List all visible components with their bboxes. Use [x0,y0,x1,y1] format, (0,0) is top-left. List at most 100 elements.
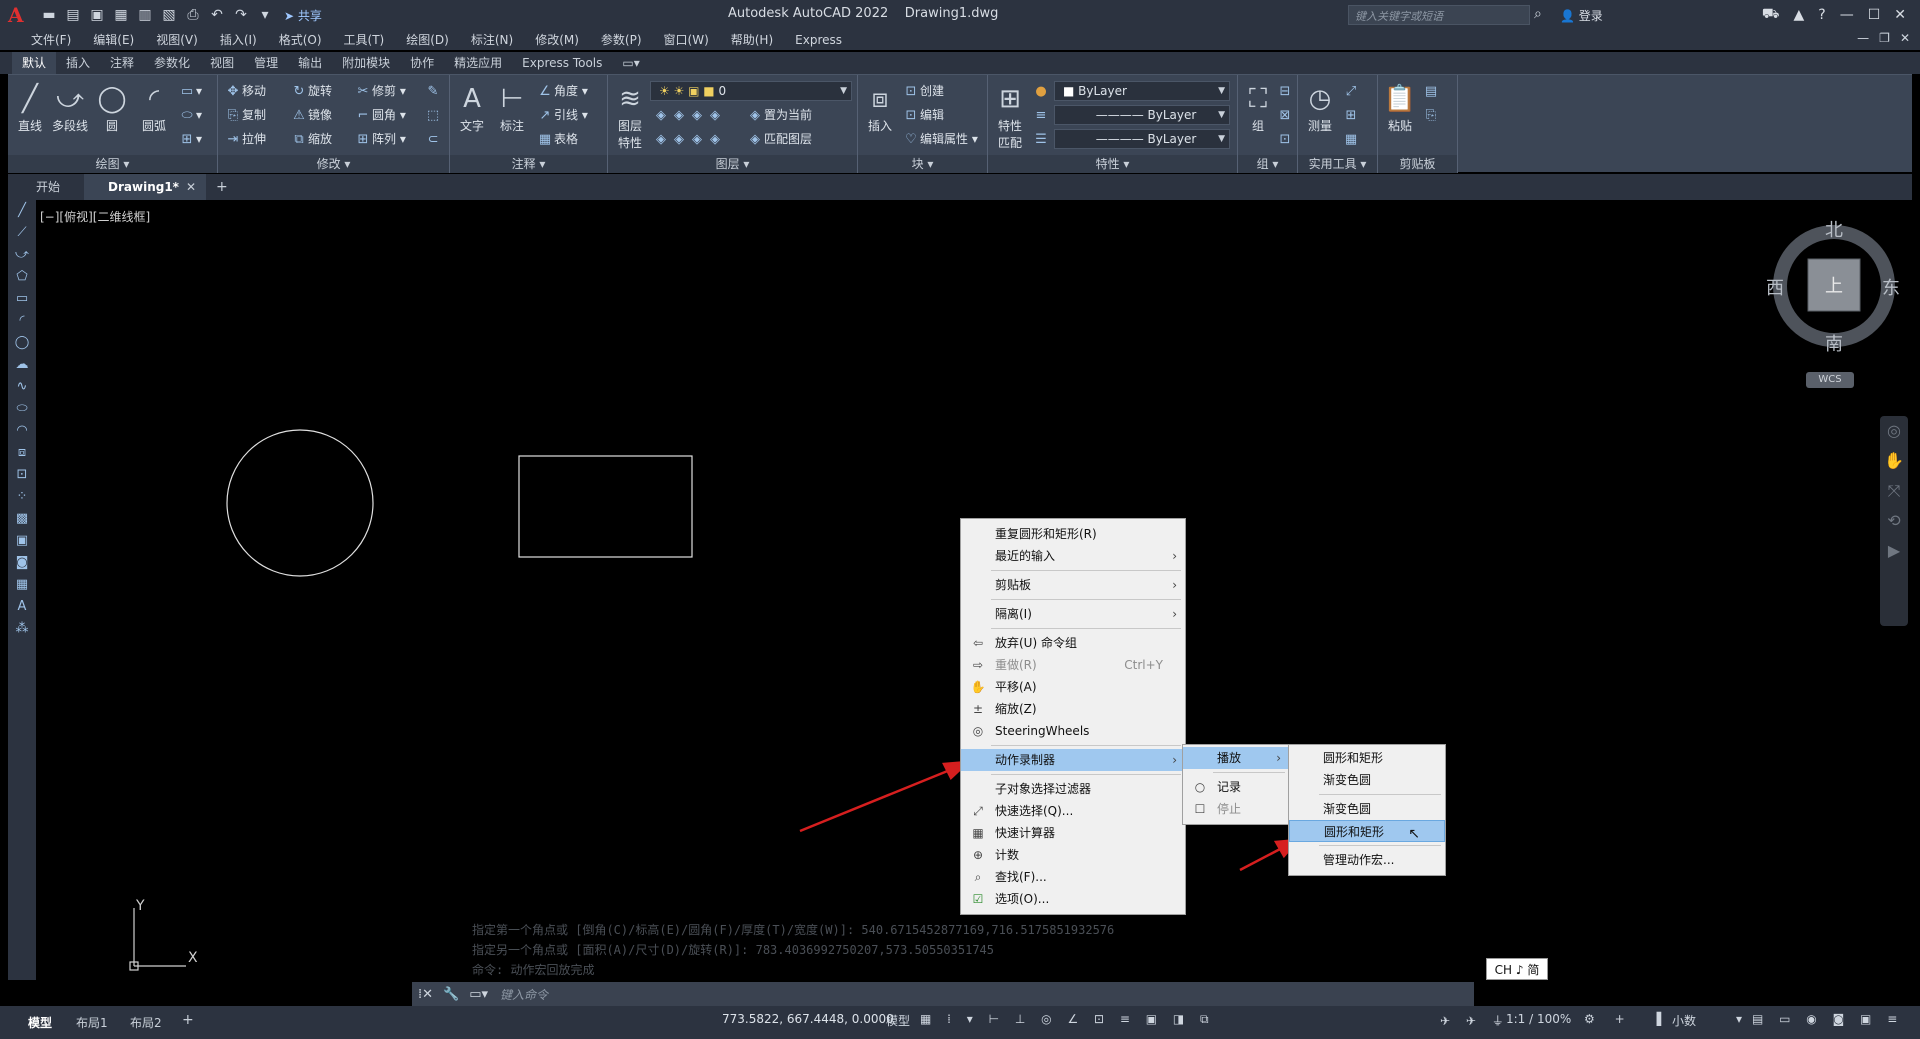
macro-item[interactable]: 渐变色圆 [1289,769,1445,791]
menu-undo[interactable]: ⇦ 放弃(U) 命令组 [961,632,1185,654]
command-history-line: 命令: 动作宏回放完成 [472,963,595,977]
menu-item-label: 查找(F)... [995,870,1047,884]
menu-count[interactable]: ⊕ 计数 [961,844,1185,866]
steeringwheels-icon: ◎ [972,724,984,738]
pan-icon[interactable]: ✋ [1880,446,1908,476]
layout-tab-layout1[interactable]: 布局1 [76,1014,108,1031]
command-line: ⁞✕ 🔧 ▭▾ 键入命令 [412,982,1474,1006]
navigation-bar: ◎ ✋ ⤧ ⟲ ▶ [1880,416,1908,626]
drawn-rectangle[interactable] [518,455,693,558]
zoom-icon: ± [972,702,984,716]
find-icon: ⌕ [974,870,982,884]
menu-item-label: 圆形和矩形 [1324,825,1385,839]
command-history: 指定第一个角点或 [倒角(C)/标高(E)/圆角(F)/厚度(T)/宽度(W)]… [472,920,1114,980]
menu-quick-select[interactable]: ⤢ 快速选择(Q)... [961,800,1185,822]
menu-item-label: 快速选择(Q)... [995,804,1074,818]
chevron-right-icon: › [1172,607,1177,621]
menu-quickcalc[interactable]: ▦ 快速计算器 [961,822,1185,844]
customize-icon[interactable]: 🔧 [443,987,459,1002]
viewcube-south[interactable]: 南 [1825,330,1843,356]
add-layout-icon[interactable]: + [182,1012,194,1028]
undo-icon: ⇦ [972,636,984,650]
menu-play[interactable]: 播放 › [1183,747,1289,769]
units-icon[interactable]: ▐ [1652,1012,1661,1026]
play-submenu: 圆形和矩形 渐变色圆 渐变色圆 圆形和矩形 ↖ 管理动作宏... [1288,744,1446,876]
menu-record[interactable]: ○ 记录 [1183,776,1289,798]
mouse-cursor-icon: ↖ [1408,826,1420,842]
chevron-right-icon: › [1172,549,1177,563]
menu-manage-macros[interactable]: 管理动作宏... [1289,849,1445,871]
count-icon: ⊕ [972,848,984,862]
quick-select-icon: ⤢ [973,804,983,818]
menu-recent-input[interactable]: 最近的输入 › [961,545,1185,567]
units-chevron-icon[interactable]: ▾ [1736,1012,1742,1026]
coordinates-readout[interactable]: 773.5822, 667.4448, 0.0000 [722,1012,894,1026]
menu-item-label: 快速计算器 [995,826,1056,840]
menu-clipboard[interactable]: 剪贴板 › [961,574,1185,596]
menu-item-label: 选项(O)... [995,892,1050,906]
ucs-y-label: Y [136,898,145,914]
viewcube-east[interactable]: 东 [1882,274,1900,300]
full-navigation-wheel-icon[interactable]: ◎ [1880,416,1908,446]
wcs-menu[interactable]: WCS [1806,372,1854,388]
menu-item-label: 播放 [1217,751,1242,765]
layout-tab-model[interactable]: 模型 [28,1014,52,1031]
pan-icon: ✋ [970,680,986,694]
drawn-circle[interactable] [226,429,374,577]
chevron-right-icon: › [1172,753,1177,767]
close-command-line-icon[interactable]: ⁞✕ [418,987,433,1002]
menu-subobject-filter[interactable]: 子对象选择过滤器 [961,778,1185,800]
menu-find[interactable]: ⌕ 查找(F)... [961,866,1185,888]
menu-redo[interactable]: ⇨ 重做(R) Ctrl+Y [961,654,1185,676]
orbit-icon[interactable]: ⟲ [1880,506,1908,536]
menu-repeat-command[interactable]: 重复圆形和矩形(R) [961,523,1185,545]
menu-steeringwheels[interactable]: ◎ SteeringWheels [961,720,1185,742]
menu-item-label: 停止 [1217,802,1242,816]
menu-item-label: 重复圆形和矩形(R) [995,527,1097,541]
macro-item[interactable]: 圆形和矩形 [1289,747,1445,769]
menu-item-label: 记录 [1217,780,1242,794]
viewcube-north[interactable]: 北 [1825,216,1843,242]
menu-item-label: 最近的输入 [995,549,1056,563]
recent-commands-icon[interactable]: ▭▾ [469,987,488,1002]
layout-tab-layout2[interactable]: 布局2 [130,1014,162,1031]
status-tray-icons[interactable]: ▤ ▭ ◉ ◙ ▣ ≡ [1752,1012,1903,1026]
showmotion-icon[interactable]: ▶ [1880,536,1908,566]
menu-item-label: 动作录制器 [995,753,1056,767]
menu-item-label: 子对象选择过滤器 [995,782,1092,796]
zoom-extents-icon[interactable]: ⤧ [1880,476,1908,506]
menu-isolate[interactable]: 隔离(I) › [961,603,1185,625]
annotation-scale[interactable]: 1:1 / 100% [1506,1012,1571,1026]
ime-indicator[interactable]: CH ♪ 简 [1486,958,1548,980]
menu-item-label: 重做(R) [995,658,1037,672]
annotation-toggles[interactable]: ✈ ✈ ⏚ [1440,1012,1510,1029]
units-selector[interactable]: 小数 [1672,1012,1696,1029]
model-space-button[interactable]: 模型 [886,1012,910,1029]
macro-item[interactable]: 渐变色圆 [1289,798,1445,820]
action-recorder-submenu: 播放 › ○ 记录 ☐ 停止 [1182,744,1290,825]
command-history-line: 指定第一个角点或 [倒角(C)/标高(E)/圆角(F)/厚度(T)/宽度(W)]… [472,923,1115,937]
menu-pan[interactable]: ✋ 平移(A) [961,676,1185,698]
menu-item-label: 放弃(U) 命令组 [995,636,1077,650]
command-history-line: 指定另一个角点或 [面积(A)/尺寸(D)/旋转(R)]: 783.403699… [472,943,995,957]
viewcube-west[interactable]: 西 [1766,274,1784,300]
menu-item-label: 计数 [995,848,1020,862]
menu-stop[interactable]: ☐ 停止 [1183,798,1289,820]
workspace-toggles[interactable]: ⚙ + [1584,1012,1633,1026]
ucs-x-label: X [188,950,198,966]
menu-action-recorder[interactable]: 动作录制器 › [961,749,1185,771]
command-input[interactable]: 键入命令 [500,986,548,1003]
redo-icon: ⇨ [972,658,984,672]
menu-item-label: SteeringWheels [995,724,1090,738]
drafting-toggles[interactable]: ▦ ⁞ ▾ ⊢ ⊥ ◎ ∠ ⊡ ≡ ▣ ◨ ⧉ [920,1012,1215,1027]
record-icon: ○ [1194,780,1206,794]
context-menu: 重复圆形和矩形(R) 最近的输入 › 剪贴板 › 隔离(I) › ⇦ 放弃(U) 命令组… [960,518,1186,915]
menu-item-label: 剪贴板 [995,578,1032,592]
checkbox-icon: ☑ [972,892,984,906]
menu-zoom[interactable]: ± 缩放(Z) [961,698,1185,720]
macro-item-highlighted[interactable]: 圆形和矩形 ↖ [1289,820,1445,842]
viewcube-top-face[interactable]: 上 [1825,272,1843,298]
ucs-icon [129,908,186,971]
menu-options[interactable]: ☑ 选项(O)... [961,888,1185,910]
calculator-icon: ▦ [972,826,984,840]
